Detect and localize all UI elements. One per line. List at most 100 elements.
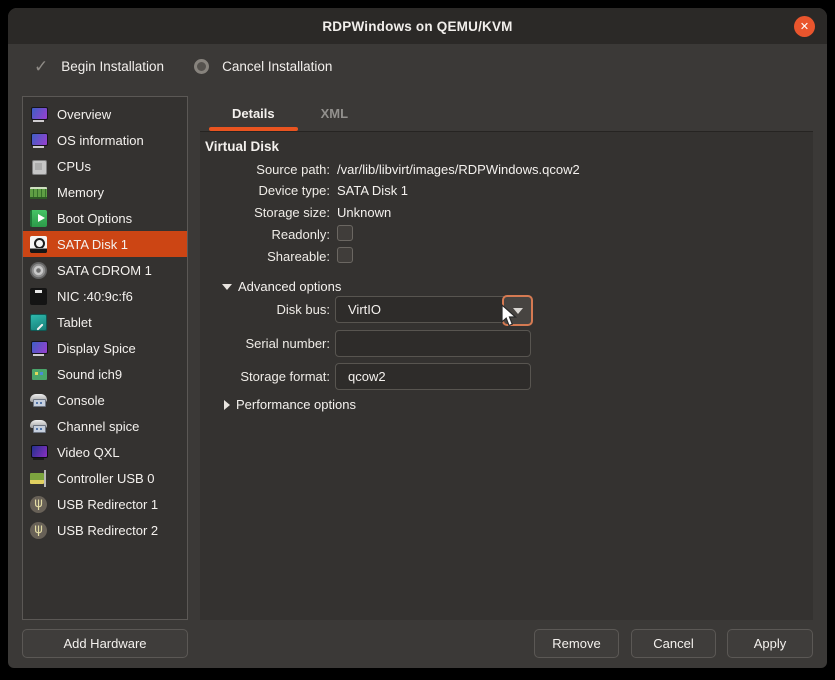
sidebar-item-label: USB Redirector 2 bbox=[57, 523, 158, 538]
usb-icon bbox=[30, 496, 47, 513]
titlebar[interactable]: RDPWindows on QEMU/KVM ✕ bbox=[8, 8, 827, 44]
monitor-icon bbox=[30, 132, 47, 149]
usb-icon bbox=[30, 522, 47, 539]
disk-bus-dropdown-button[interactable] bbox=[502, 295, 533, 326]
sidebar-item-label: NIC :40:9c:f6 bbox=[57, 289, 133, 304]
cancel-installation-label: Cancel Installation bbox=[222, 59, 332, 74]
source-path-value: /var/lib/libvirt/images/RDPWindows.qcow2 bbox=[337, 162, 580, 177]
vm-details-window: RDPWindows on QEMU/KVM ✕ ✓ Begin Install… bbox=[8, 8, 827, 668]
device-type-label: Device type: bbox=[205, 183, 330, 198]
sidebar-item-usb-redirector-2[interactable]: USB Redirector 2 bbox=[23, 517, 187, 543]
add-hardware-label: Add Hardware bbox=[63, 636, 146, 651]
sound-card-icon bbox=[30, 366, 47, 383]
cancel-circle-icon bbox=[194, 59, 209, 74]
window-title: RDPWindows on QEMU/KVM bbox=[322, 19, 512, 34]
apply-label: Apply bbox=[754, 636, 787, 651]
memory-icon bbox=[30, 184, 47, 201]
sidebar-item-sata-cdrom-1[interactable]: SATA CDROM 1 bbox=[23, 257, 187, 283]
sidebar-item-cpus[interactable]: CPUs bbox=[23, 153, 187, 179]
disk-bus-value: VirtIO bbox=[348, 297, 381, 322]
sidebar-item-label: CPUs bbox=[57, 159, 91, 174]
tab-xml[interactable]: XML bbox=[298, 96, 371, 131]
close-button[interactable]: ✕ bbox=[794, 16, 815, 37]
shareable-label: Shareable: bbox=[205, 249, 330, 264]
source-path-label: Source path: bbox=[205, 162, 330, 177]
remove-button[interactable]: Remove bbox=[534, 629, 619, 658]
performance-options-label: Performance options bbox=[236, 397, 356, 412]
disk-bus-combobox[interactable]: VirtIO bbox=[335, 296, 531, 323]
sidebar-item-memory[interactable]: Memory bbox=[23, 179, 187, 205]
chevron-right-icon bbox=[224, 400, 230, 410]
sidebar-item-label: SATA CDROM 1 bbox=[57, 263, 152, 278]
shareable-checkbox[interactable] bbox=[337, 247, 353, 263]
sidebar-item-tablet[interactable]: Tablet bbox=[23, 309, 187, 335]
toolbar: ✓ Begin Installation Cancel Installation bbox=[8, 44, 827, 88]
remove-label: Remove bbox=[552, 636, 600, 651]
device-type-value: SATA Disk 1 bbox=[337, 183, 408, 198]
usb-controller-icon bbox=[30, 470, 47, 487]
sidebar-item-label: Channel spice bbox=[57, 419, 139, 434]
cancel-label: Cancel bbox=[653, 636, 693, 651]
sidebar-item-channel-spice[interactable]: Channel spice bbox=[23, 413, 187, 439]
sidebar-item-os-information[interactable]: OS information bbox=[23, 127, 187, 153]
serial-console-icon bbox=[30, 418, 47, 435]
advanced-options-expander[interactable]: Advanced options bbox=[222, 279, 341, 294]
cancel-button[interactable]: Cancel bbox=[631, 629, 716, 658]
storage-size-label: Storage size: bbox=[205, 205, 330, 220]
chevron-down-icon bbox=[222, 284, 232, 290]
begin-installation-button[interactable]: ✓ Begin Installation bbox=[34, 58, 164, 75]
hardware-list: Overview OS information CPUs Memory Boot… bbox=[22, 96, 188, 620]
tablet-icon bbox=[30, 314, 47, 331]
storage-size-value: Unknown bbox=[337, 205, 391, 220]
nic-port-icon bbox=[30, 288, 47, 305]
section-title: Virtual Disk bbox=[205, 139, 279, 154]
sidebar-item-label: OS information bbox=[57, 133, 144, 148]
tab-bar: Details XML bbox=[200, 96, 813, 131]
sidebar-item-video-qxl[interactable]: Video QXL bbox=[23, 439, 187, 465]
dropdown-arrow-icon bbox=[513, 308, 523, 314]
sidebar-item-display-spice[interactable]: Display Spice bbox=[23, 335, 187, 361]
tab-details[interactable]: Details bbox=[209, 96, 298, 131]
display-icon bbox=[30, 340, 47, 357]
sidebar-item-sata-disk-1[interactable]: SATA Disk 1 bbox=[23, 231, 187, 257]
performance-options-expander[interactable]: Performance options bbox=[224, 397, 356, 412]
add-hardware-button[interactable]: Add Hardware bbox=[22, 629, 188, 658]
sidebar-item-console[interactable]: Console bbox=[23, 387, 187, 413]
sidebar-item-label: Sound ich9 bbox=[57, 367, 122, 382]
video-icon bbox=[30, 444, 47, 461]
cpu-icon bbox=[30, 158, 47, 175]
sidebar-item-label: Tablet bbox=[57, 315, 92, 330]
sidebar-item-usb-redirector-1[interactable]: USB Redirector 1 bbox=[23, 491, 187, 517]
readonly-label: Readonly: bbox=[205, 227, 330, 242]
cancel-installation-button[interactable]: Cancel Installation bbox=[194, 59, 332, 74]
storage-format-input[interactable] bbox=[335, 363, 531, 390]
hard-disk-icon bbox=[30, 236, 47, 253]
close-icon: ✕ bbox=[800, 20, 809, 33]
sidebar-item-controller-usb-0[interactable]: Controller USB 0 bbox=[23, 465, 187, 491]
serial-console-icon bbox=[30, 392, 47, 409]
serial-number-label: Serial number: bbox=[205, 336, 330, 351]
screen: RDPWindows on QEMU/KVM ✕ ✓ Begin Install… bbox=[0, 0, 835, 680]
begin-installation-label: Begin Installation bbox=[61, 59, 164, 74]
storage-format-label: Storage format: bbox=[205, 369, 330, 384]
serial-number-input[interactable] bbox=[335, 330, 531, 357]
sidebar-item-label: Console bbox=[57, 393, 105, 408]
monitor-icon bbox=[30, 106, 47, 123]
sidebar-item-label: Video QXL bbox=[57, 445, 120, 460]
readonly-checkbox[interactable] bbox=[337, 225, 353, 241]
sidebar-item-nic[interactable]: NIC :40:9c:f6 bbox=[23, 283, 187, 309]
sidebar-item-label: Display Spice bbox=[57, 341, 136, 356]
sidebar-item-label: Controller USB 0 bbox=[57, 471, 155, 486]
tab-xml-label: XML bbox=[321, 106, 348, 121]
boot-play-icon bbox=[30, 210, 47, 227]
sidebar-item-label: SATA Disk 1 bbox=[57, 237, 128, 252]
apply-button[interactable]: Apply bbox=[727, 629, 813, 658]
sidebar-item-label: Overview bbox=[57, 107, 111, 122]
sidebar-item-label: Boot Options bbox=[57, 211, 132, 226]
cdrom-icon bbox=[30, 262, 47, 279]
sidebar-item-label: Memory bbox=[57, 185, 104, 200]
sidebar-item-sound-ich9[interactable]: Sound ich9 bbox=[23, 361, 187, 387]
sidebar-item-boot-options[interactable]: Boot Options bbox=[23, 205, 187, 231]
tab-details-label: Details bbox=[232, 106, 275, 121]
sidebar-item-overview[interactable]: Overview bbox=[23, 101, 187, 127]
